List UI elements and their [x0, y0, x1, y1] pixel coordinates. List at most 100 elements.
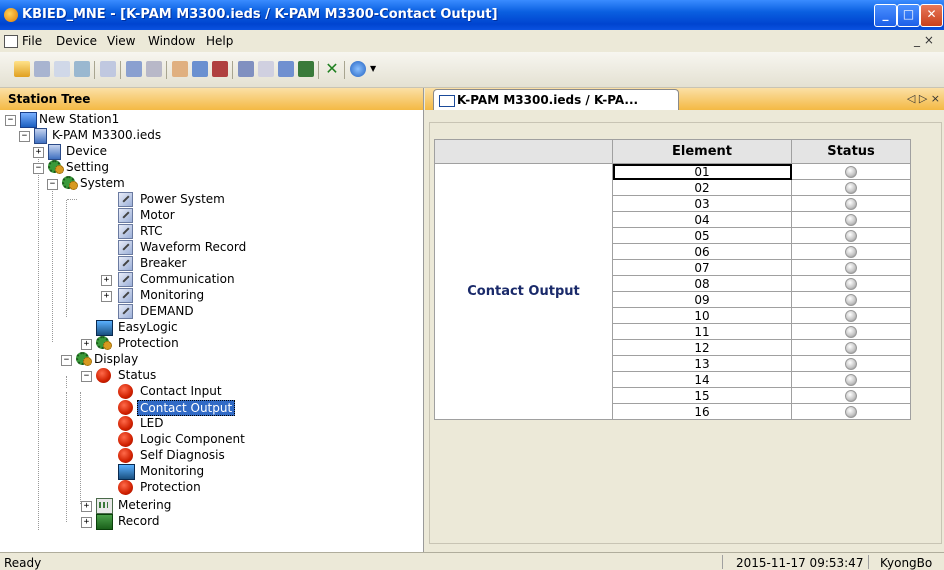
- gear-icon: [62, 176, 78, 190]
- status-cell: [791, 307, 911, 324]
- tree-node-logic-component[interactable]: Logic Component: [0, 432, 260, 448]
- save-all-icon[interactable]: [54, 61, 70, 77]
- element-cell[interactable]: 13: [612, 355, 792, 372]
- tree-node-self-diagnosis[interactable]: Self Diagnosis: [0, 448, 260, 464]
- element-cell[interactable]: 04: [612, 211, 792, 228]
- tree-node-protection-setting[interactable]: + Protection: [0, 336, 200, 352]
- device-icon[interactable]: [100, 61, 116, 77]
- tree-node-station[interactable]: − New Station1: [0, 112, 200, 128]
- wrench-icon: [118, 192, 133, 207]
- status-red-icon: [118, 480, 133, 495]
- element-cell[interactable]: 03: [612, 195, 792, 212]
- tree-node-protection-status[interactable]: Protection: [0, 480, 260, 496]
- tree-node-motor[interactable]: Motor: [0, 208, 260, 224]
- toolbar-overflow-icon[interactable]: ▼: [370, 61, 376, 77]
- status-led-icon: [845, 374, 857, 386]
- status-red-icon: [118, 448, 133, 463]
- status-datetime: 2015-11-17 09:53:47: [736, 556, 864, 570]
- tree-node-breaker[interactable]: Breaker: [0, 256, 260, 272]
- tab-nav-controls[interactable]: ◁ ▷ ×: [907, 92, 940, 105]
- element-cell[interactable]: 05: [612, 227, 792, 244]
- tree-node-system[interactable]: − System: [0, 176, 200, 192]
- status-led-icon: [845, 198, 857, 210]
- status-cell: [791, 211, 911, 228]
- monitor-icon[interactable]: [192, 61, 208, 77]
- help-icon[interactable]: [350, 61, 366, 77]
- element-cell[interactable]: 16: [612, 403, 792, 420]
- delete-icon[interactable]: ✕: [324, 61, 340, 77]
- tree-node-device[interactable]: + Device: [0, 144, 200, 160]
- menu-device[interactable]: Device: [56, 34, 97, 48]
- settings-icon[interactable]: [172, 61, 188, 77]
- document-tab-strip: K-PAM M3300.ieds / K-PA... ◁ ▷ ×: [425, 88, 944, 111]
- status-cell: [791, 403, 911, 420]
- tree-node-monitoring-setting[interactable]: + Monitoring: [0, 288, 260, 304]
- record-icon: [96, 514, 113, 530]
- tree-node-monitoring-status[interactable]: Monitoring: [0, 464, 260, 480]
- save-icon[interactable]: [34, 61, 50, 77]
- title-bar: KBIED_MNE - [K-PAM M3300.ieds / K-PAM M3…: [0, 0, 944, 30]
- status-cell: [791, 227, 911, 244]
- window-icon[interactable]: [238, 61, 254, 77]
- open-icon[interactable]: [14, 61, 30, 77]
- chip-icon: [96, 320, 113, 336]
- tree-node-contact-input[interactable]: Contact Input: [0, 384, 260, 400]
- element-cell[interactable]: 06: [612, 243, 792, 260]
- element-cell[interactable]: 15: [612, 387, 792, 404]
- status-red-icon: [118, 416, 133, 431]
- column-header-element: Element: [612, 139, 792, 164]
- menu-window[interactable]: Window: [148, 34, 195, 48]
- tree-node-led[interactable]: LED: [0, 416, 260, 432]
- status-cell: [791, 163, 911, 180]
- upload-icon[interactable]: [146, 61, 162, 77]
- status-led-icon: [845, 278, 857, 290]
- element-cell[interactable]: 10: [612, 307, 792, 324]
- element-cell[interactable]: 12: [612, 339, 792, 356]
- minimize-button[interactable]: _: [874, 4, 897, 27]
- mdi-controls[interactable]: _ ×: [914, 33, 934, 47]
- table-corner: [434, 139, 613, 164]
- menu-help[interactable]: Help: [206, 34, 233, 48]
- element-cell[interactable]: 14: [612, 371, 792, 388]
- element-cell[interactable]: 08: [612, 275, 792, 292]
- chart-icon[interactable]: [258, 61, 274, 77]
- tree-node-easylogic[interactable]: EasyLogic: [0, 320, 200, 336]
- connect-icon[interactable]: [74, 61, 90, 77]
- tree-node-contact-output[interactable]: Contact Output: [0, 400, 260, 416]
- element-cell[interactable]: 11: [612, 323, 792, 340]
- tree-node-status[interactable]: − Status: [0, 368, 200, 384]
- status-led-icon: [845, 406, 857, 418]
- tree-node-waveform-record[interactable]: Waveform Record: [0, 240, 260, 256]
- graph-icon[interactable]: [278, 61, 294, 77]
- gear-icon: [96, 336, 112, 350]
- element-cell[interactable]: 01: [612, 163, 792, 180]
- menu-view[interactable]: View: [107, 34, 135, 48]
- tree-node-communication[interactable]: + Communication: [0, 272, 260, 288]
- status-led-icon: [845, 230, 857, 242]
- menu-file[interactable]: File: [22, 34, 42, 48]
- close-button[interactable]: ✕: [920, 4, 943, 27]
- maximize-button[interactable]: □: [897, 4, 920, 27]
- tree-node-ied[interactable]: − K-PAM M3300.ieds: [0, 128, 220, 144]
- status-led-icon: [845, 246, 857, 258]
- tree-node-setting[interactable]: − Setting: [0, 160, 200, 176]
- station-icon: [20, 112, 37, 128]
- tree-node-rtc[interactable]: RTC: [0, 224, 260, 240]
- status-led-icon: [845, 182, 857, 194]
- document-tab[interactable]: K-PAM M3300.ieds / K-PA...: [433, 89, 679, 111]
- tree-node-display[interactable]: − Display: [0, 352, 200, 368]
- export-icon[interactable]: [298, 61, 314, 77]
- tree-node-record[interactable]: + Record: [0, 514, 200, 530]
- tree-node-demand[interactable]: DEMAND: [0, 304, 260, 320]
- grid-frame: Element Status Contact Output 01 02 03 04 05 0…: [429, 122, 942, 544]
- element-cell[interactable]: 07: [612, 259, 792, 276]
- tree-node-power-system[interactable]: Power System: [0, 192, 260, 208]
- element-cell[interactable]: 02: [612, 179, 792, 196]
- element-cell[interactable]: 09: [612, 291, 792, 308]
- record-icon[interactable]: [212, 61, 228, 77]
- status-cell: [791, 275, 911, 292]
- status-led-icon: [845, 390, 857, 402]
- download-icon[interactable]: [126, 61, 142, 77]
- menu-bar: File Device View Window Help _ ×: [0, 30, 944, 52]
- tree-node-metering[interactable]: + Metering: [0, 498, 200, 514]
